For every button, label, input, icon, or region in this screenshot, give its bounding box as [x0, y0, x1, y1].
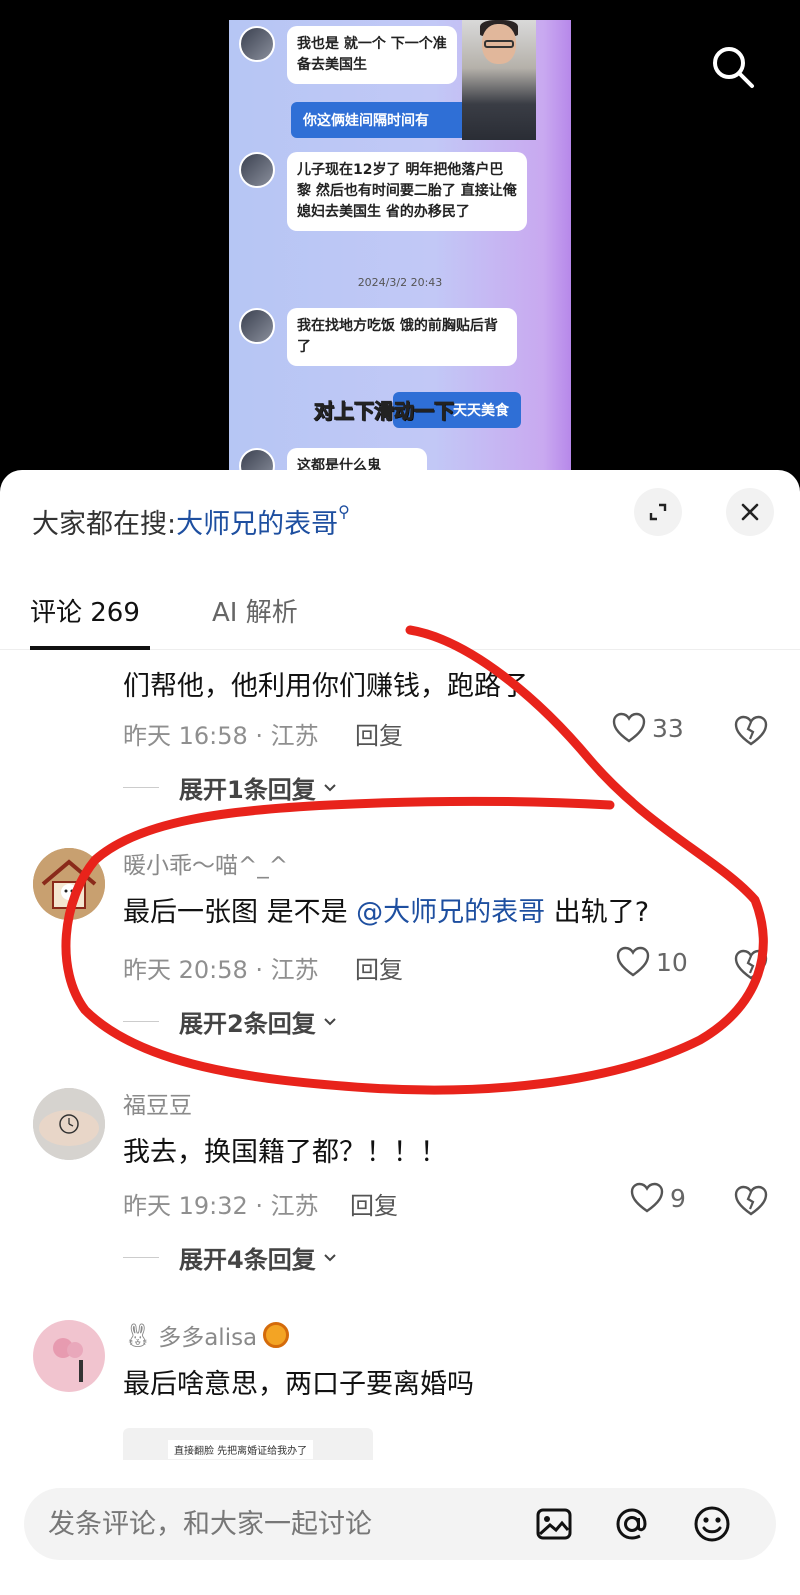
- avatar-house-cat-image: [33, 848, 105, 920]
- comment-username[interactable]: 多多alisa: [158, 1318, 257, 1352]
- video-frame-chat-screenshot: 我也是 就一个 下一个准备去美国生 你这俩娃间隔时间有 儿子现在12岁了 明年把…: [229, 20, 571, 490]
- chat-bubble: 我也是 就一个 下一个准备去美国生: [287, 26, 457, 84]
- chat-avatar: [239, 152, 275, 188]
- chat-message: 我在找地方吃饭 饿的前胸贴后背了: [239, 308, 517, 366]
- reply-button[interactable]: 回复: [355, 716, 403, 751]
- attachment-image-text: 直接翻脸 先把离婚证给我办了: [168, 1440, 314, 1459]
- magnifier-icon: ⚲: [338, 502, 350, 521]
- comment-tabs: 评论 269 AI 解析: [0, 578, 800, 650]
- comment-text: 最后一张图 是不是 @大师兄的表哥 出轨了?: [123, 890, 649, 929]
- comment-meta: 昨天 16:58 · 江苏: [123, 722, 319, 750]
- video-caption: 对上下滑动一下: [314, 399, 455, 424]
- reply-button[interactable]: 回复: [350, 1186, 398, 1221]
- close-sheet-button[interactable]: [726, 488, 774, 536]
- avatar[interactable]: [33, 1320, 105, 1392]
- comment-input[interactable]: [48, 1502, 508, 1546]
- heart-icon: [630, 1182, 664, 1213]
- comment-input-container[interactable]: [24, 1488, 776, 1560]
- chat-message: 我也是 就一个 下一个准备去美国生: [239, 26, 457, 84]
- chat-avatar: [239, 26, 275, 62]
- mention-at-icon[interactable]: [612, 1504, 652, 1544]
- chat-bubble-sent: 你这俩娃间隔时间有: [291, 102, 491, 138]
- trending-search-prefix: 大家都在搜:: [32, 509, 177, 540]
- comment-text: 最后啥意思，两口子要离婚吗: [123, 1369, 474, 1400]
- comment-text-before: 最后一张图 是不是: [123, 897, 357, 928]
- comment-username[interactable]: 福豆豆: [123, 1086, 192, 1120]
- divider: [123, 1257, 159, 1258]
- heart-icon: [616, 946, 650, 977]
- comment-text: 们帮他，他利用你们赚钱，跑路了: [123, 671, 528, 702]
- expand-replies-label: 展开1条回复: [179, 776, 316, 804]
- app-screen: 我也是 就一个 下一个准备去美国生 你这俩娃间隔时间有 儿子现在12岁了 明年把…: [0, 0, 800, 1595]
- expand-sheet-button[interactable]: [634, 488, 682, 536]
- like-button[interactable]: 9: [630, 1182, 686, 1214]
- avatar-wrist-tattoo-image: [33, 1088, 105, 1160]
- dislike-broken-heart-icon[interactable]: [734, 714, 768, 748]
- reply-button[interactable]: 回复: [355, 950, 403, 985]
- comment-text-after: 出轨了?: [545, 897, 650, 928]
- chevron-down-icon: [323, 783, 336, 791]
- comment-text: 我去，换国籍了都？！！！: [123, 1137, 447, 1168]
- chat-avatar: [239, 308, 275, 344]
- like-button[interactable]: 10: [616, 946, 688, 978]
- comment-meta: 昨天 20:58 · 江苏: [123, 956, 319, 984]
- tab-ai-analysis[interactable]: AI 解析: [212, 592, 298, 629]
- like-count: 9: [670, 1183, 686, 1213]
- divider: [123, 787, 159, 788]
- video-player[interactable]: 我也是 就一个 下一个准备去美国生 你这俩娃间隔时间有 儿子现在12岁了 明年把…: [0, 0, 800, 490]
- image-icon[interactable]: [534, 1504, 574, 1544]
- dislike-broken-heart-icon[interactable]: [734, 948, 768, 982]
- picture-in-picture-speaker: [462, 20, 536, 140]
- dislike-broken-heart-icon[interactable]: [734, 1184, 768, 1218]
- close-icon: [741, 503, 759, 521]
- divider: [123, 1021, 159, 1022]
- expand-replies-button[interactable]: 展开2条回复: [123, 1004, 338, 1039]
- trending-search-keyword[interactable]: 大师兄的表哥: [176, 509, 338, 540]
- expand-replies-label: 展开2条回复: [179, 1010, 316, 1038]
- rabbit-icon: 🐰︎: [123, 1322, 153, 1349]
- comment-username[interactable]: 暖小乖～喵^_^: [123, 846, 288, 880]
- trending-search[interactable]: 大家都在搜:大师兄的表哥⚲: [32, 502, 350, 541]
- avatar[interactable]: [33, 1088, 105, 1160]
- chat-timestamp: 2024/3/2 20:43: [357, 276, 443, 289]
- comment-sheet: 大家都在搜:大师兄的表哥⚲ 评论 269 AI 解析 们帮他，他利用你们赚钱，跑…: [0, 470, 800, 1595]
- speaker-glasses: [484, 40, 514, 48]
- avatar[interactable]: [33, 848, 105, 920]
- heart-icon: [612, 712, 646, 743]
- expand-replies-label: 展开4条回复: [179, 1246, 316, 1274]
- comment-username-row[interactable]: 🐰︎ 多多alisa: [123, 1318, 290, 1352]
- emoji-icon[interactable]: [692, 1504, 732, 1544]
- comment-input-bar: [0, 1460, 800, 1595]
- expand-replies-button[interactable]: 展开1条回复: [123, 770, 338, 805]
- comment-meta: 昨天 19:32 · 江苏: [123, 1192, 319, 1220]
- chevron-down-icon: [323, 1017, 336, 1025]
- like-count: 33: [652, 713, 684, 743]
- chat-bubble: 儿子现在12岁了 明年把他落户巴黎 然后也有时间要二胎了 直接让俺媳妇去美国生 …: [287, 152, 527, 231]
- avatar-pink-image: [33, 1320, 105, 1392]
- like-button[interactable]: 33: [612, 712, 684, 744]
- chevron-down-icon: [323, 1253, 336, 1261]
- search-icon[interactable]: [710, 44, 756, 90]
- chat-bubble: 我在找地方吃饭 饿的前胸贴后背了: [287, 308, 517, 366]
- chat-message: 儿子现在12岁了 明年把他落户巴黎 然后也有时间要二胎了 直接让俺媳妇去美国生 …: [239, 152, 527, 231]
- mention-link[interactable]: @大师兄的表哥: [356, 897, 545, 928]
- tab-comments[interactable]: 评论 269: [30, 592, 140, 629]
- expand-icon: [649, 503, 667, 521]
- lion-emoji-icon: [263, 1322, 290, 1348]
- expand-replies-button[interactable]: 展开4条回复: [123, 1240, 338, 1275]
- like-count: 10: [656, 947, 688, 977]
- comment-list[interactable]: 们帮他，他利用你们赚钱，跑路了 昨天 16:58 · 江苏 回复 33 展开1条…: [0, 650, 800, 1470]
